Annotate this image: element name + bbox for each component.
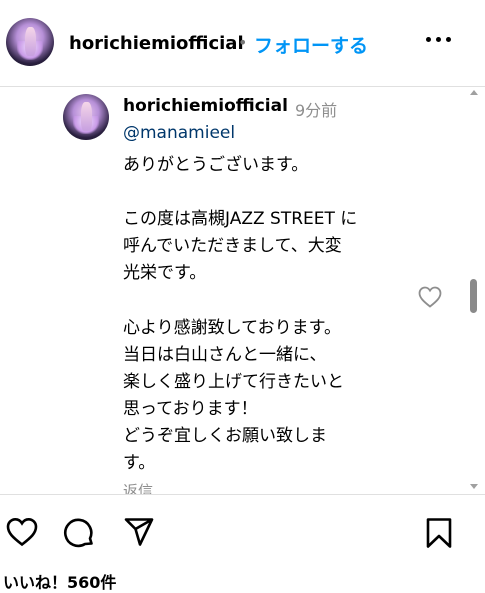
heart-icon[interactable] — [6, 517, 38, 547]
reply-link[interactable]: 返信 — [123, 480, 153, 494]
post-header: horichiemiofficial • フォローする — [0, 0, 485, 87]
comment-line: 当日は白山さんと一緒に、 — [123, 345, 327, 365]
comment-like-heart-icon[interactable] — [418, 286, 442, 308]
comment-line: 呼んでいただきまして、大変 — [123, 236, 342, 256]
more-options-icon[interactable] — [426, 32, 452, 46]
comment-line: 心より感謝致しております。 — [123, 318, 341, 338]
profile-avatar[interactable] — [6, 18, 54, 66]
header-username[interactable]: horichiemiofficial — [69, 33, 244, 54]
post-actions: いいね！560件 — [0, 494, 485, 593]
comment-line: 楽しく盛り上げて行きたいと — [123, 372, 344, 392]
comment-line: す。 — [123, 453, 156, 473]
comment-mention[interactable]: @manamieel — [123, 123, 235, 143]
comment-icon[interactable] — [63, 517, 95, 549]
comment-line: この度は高槻JAZZ STREET に — [123, 209, 358, 229]
comment-avatar[interactable] — [63, 94, 109, 140]
follow-button[interactable]: フォローする — [254, 31, 368, 58]
scrollbar-thumb[interactable] — [470, 279, 477, 313]
share-icon[interactable] — [123, 517, 155, 547]
likes-count[interactable]: いいね！560件 — [3, 569, 116, 593]
header-separator: • — [238, 33, 248, 52]
comment-line: 思っております！ — [123, 399, 258, 419]
comment-line: どうぞ宜しくお願い致しま — [123, 426, 327, 446]
comment-list: horichiemiofficial 9分前 @manamieel ありがとうご… — [0, 87, 470, 494]
comment-line: ありがとうございます。 — [123, 155, 309, 175]
bookmark-icon[interactable] — [425, 517, 453, 549]
scroll-up-arrow-icon[interactable] — [470, 90, 478, 95]
comment-line: 光栄です。 — [123, 263, 207, 283]
comment-timestamp: 9分前 — [295, 101, 338, 120]
scroll-down-arrow-icon[interactable] — [470, 484, 478, 489]
comments-scrollbar[interactable] — [467, 88, 481, 493]
comment-username[interactable]: horichiemiofficial — [123, 96, 288, 116]
